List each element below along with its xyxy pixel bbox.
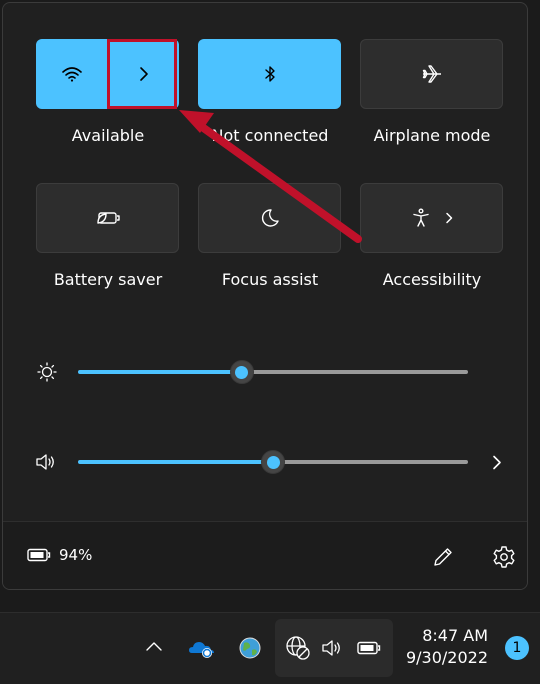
system-tray-group[interactable] [275, 619, 393, 677]
network-blocked-icon [285, 635, 311, 661]
taskbar-clock[interactable]: 8:47 AM 9/30/2022 [406, 625, 488, 669]
clock-date: 9/30/2022 [405, 648, 488, 667]
globe-icon[interactable] [238, 636, 262, 660]
notification-badge[interactable]: 1 [505, 636, 529, 660]
annotation-arrow [179, 110, 362, 243]
speaker-icon [321, 639, 343, 657]
battery-icon [357, 641, 381, 655]
onedrive-icon[interactable] [188, 637, 216, 659]
taskbar: 8:47 AM 9/30/2022 [0, 612, 540, 684]
chevron-up-icon[interactable] [145, 640, 163, 652]
clock-time: 8:47 AM [422, 626, 488, 645]
